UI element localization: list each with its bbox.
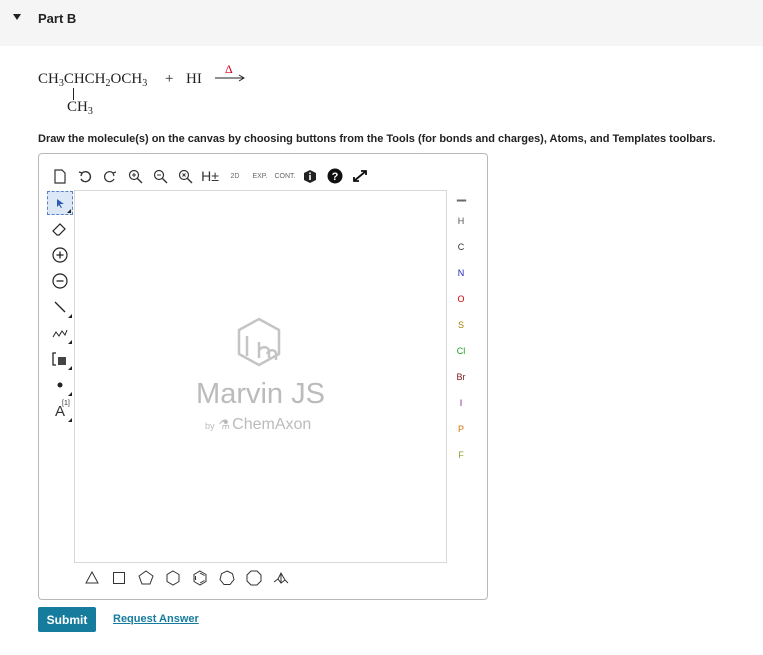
cyclopentane-template-icon[interactable] (133, 568, 159, 588)
text-tool-icon[interactable]: A [1] (47, 399, 73, 423)
part-header[interactable]: Part B (0, 0, 763, 46)
svg-text:?: ? (332, 171, 339, 183)
marvin-logo-icon (237, 317, 281, 367)
top-toolbar: H± 2D EXP. CONT. ? (49, 166, 374, 186)
reactant-formula: CH3CHCH2OCH3 (38, 71, 148, 89)
chair-template-icon[interactable] (268, 568, 294, 588)
atom-button-c[interactable]: C (449, 234, 473, 260)
atom-button-n[interactable]: N (449, 260, 473, 286)
cycloheptane-template-icon[interactable] (214, 568, 240, 588)
select-tool-icon[interactable] (47, 191, 73, 215)
zoom-fit-icon[interactable] (174, 166, 196, 186)
watermark-vendor: by ⚗ ChemAxon (205, 416, 312, 433)
zoom-out-icon[interactable] (149, 166, 171, 186)
atoms-toolbar: ▪▪▪▪▪ H C N O S Cl Br I P F (449, 192, 473, 468)
eraser-icon[interactable] (47, 217, 73, 241)
instruction-text: Draw the molecule(s) on the canvas by ch… (38, 133, 716, 145)
bracket-icon[interactable] (47, 347, 73, 371)
atom-button-i[interactable]: I (449, 390, 473, 416)
branch-methyl: CH3 (67, 99, 93, 117)
collapse-caret-icon[interactable] (13, 14, 21, 20)
request-answer-link[interactable]: Request Answer (113, 613, 199, 625)
help-icon[interactable]: ? (324, 166, 346, 186)
part-title: Part B (38, 11, 77, 26)
info-icon[interactable] (299, 166, 321, 186)
negative-charge-icon[interactable] (47, 269, 73, 293)
expand-button[interactable]: EXP. (249, 166, 271, 186)
drawing-canvas[interactable]: Marvin JS by ⚗ ChemAxon (74, 190, 447, 563)
fullscreen-icon[interactable] (349, 166, 371, 186)
atom-button-p[interactable]: P (449, 416, 473, 442)
atom-button-s[interactable]: S (449, 312, 473, 338)
watermark-title: Marvin JS (196, 378, 325, 410)
periodic-table-icon[interactable]: ▪▪▪▪▪ (449, 192, 473, 208)
clean-2d-button[interactable]: 2D (224, 166, 246, 186)
cyclopropane-template-icon[interactable] (79, 568, 105, 588)
atom-button-o[interactable]: O (449, 286, 473, 312)
chemaxon-flask-icon: ⚗ (218, 417, 231, 432)
cyclobutane-template-icon[interactable] (106, 568, 132, 588)
positive-charge-icon[interactable] (47, 243, 73, 267)
reaction-arrow-icon (215, 74, 245, 82)
left-toolbar: A [1] (47, 191, 73, 425)
atom-button-cl[interactable]: Cl (449, 338, 473, 364)
electron-dot-icon[interactable] (47, 373, 73, 397)
single-bond-icon[interactable] (47, 295, 73, 319)
new-document-icon[interactable] (49, 166, 71, 186)
hydrogen-toggle-button[interactable]: H± (199, 166, 221, 186)
plus-sign: + (165, 71, 174, 87)
submit-button[interactable]: Submit (38, 607, 96, 632)
benzene-template-icon[interactable] (187, 568, 213, 588)
marvin-editor: H± 2D EXP. CONT. ? A [1] Marvin JS by ⚗ Che… (38, 153, 488, 600)
atom-button-h[interactable]: H (449, 208, 473, 234)
atom-button-f[interactable]: F (449, 442, 473, 468)
cyclohexane-template-icon[interactable] (160, 568, 186, 588)
templates-toolbar (79, 568, 295, 588)
cyclooctane-template-icon[interactable] (241, 568, 267, 588)
undo-icon[interactable] (74, 166, 96, 186)
chain-icon[interactable] (47, 321, 73, 345)
reagent-formula: HI (186, 71, 202, 87)
contract-button[interactable]: CONT. (274, 166, 296, 186)
redo-icon[interactable] (99, 166, 121, 186)
zoom-in-icon[interactable] (124, 166, 146, 186)
atom-button-br[interactable]: Br (449, 364, 473, 390)
